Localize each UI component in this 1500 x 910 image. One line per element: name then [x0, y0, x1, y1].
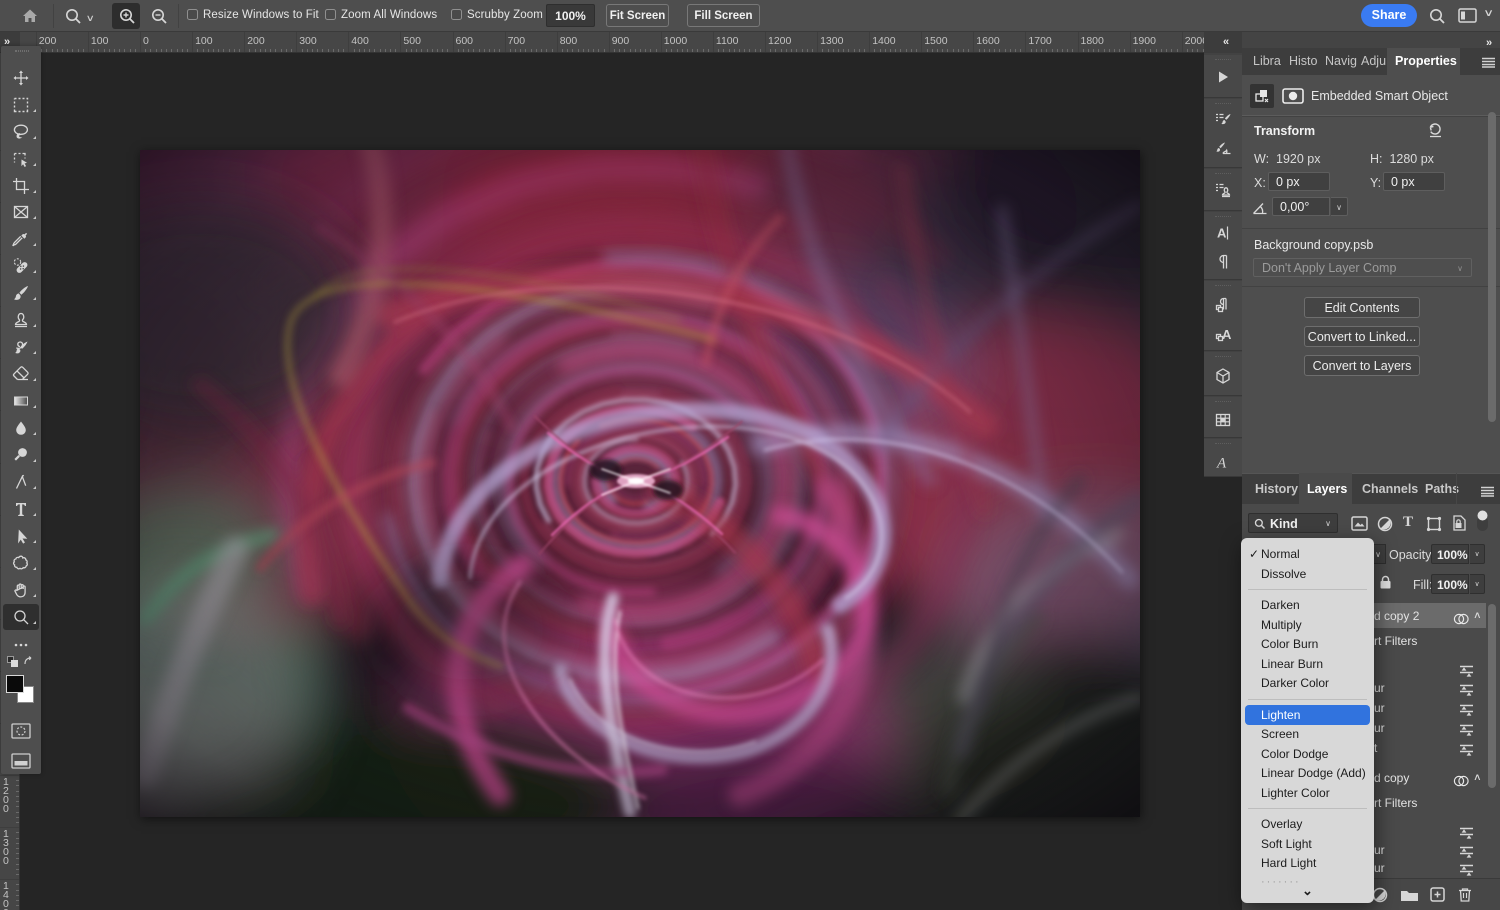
svg-text:A: A: [1222, 327, 1232, 342]
svg-text:A: A: [1216, 456, 1227, 472]
svg-text:A: A: [1217, 226, 1227, 241]
